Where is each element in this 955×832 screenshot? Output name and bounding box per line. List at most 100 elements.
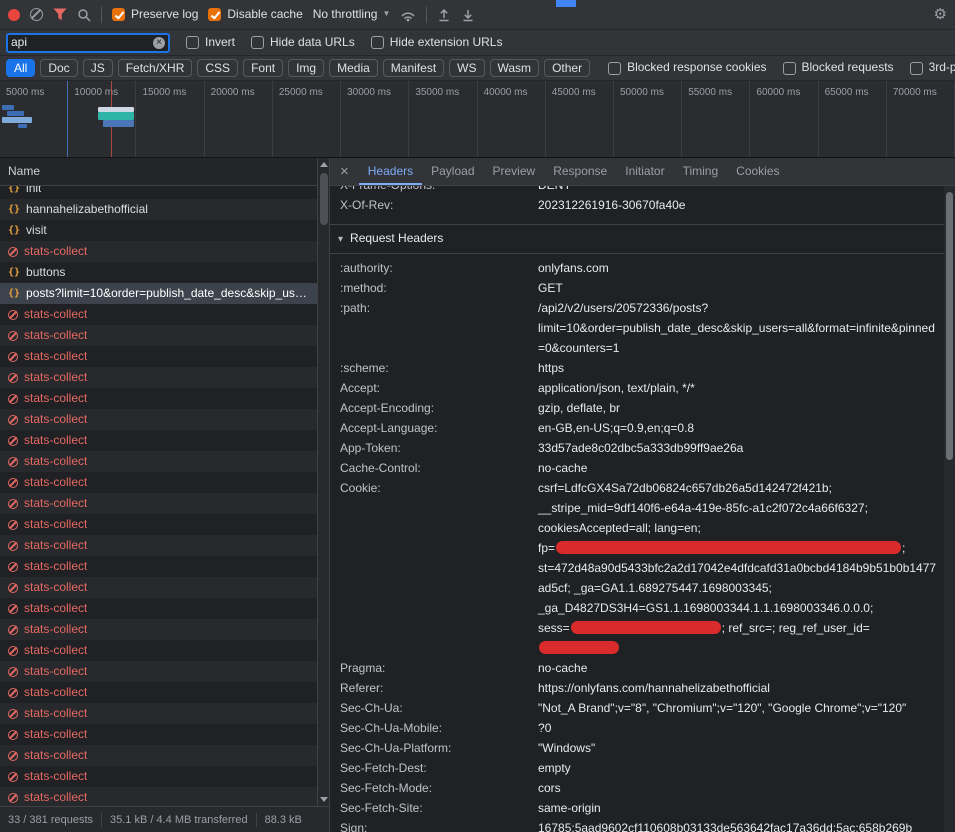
request-row[interactable]: stats-collect [0,577,329,598]
request-name: stats-collect [24,454,87,470]
filter-icon[interactable] [53,8,67,21]
filter-chip-all[interactable]: All [6,59,35,77]
request-row[interactable]: stats-collect [0,451,329,472]
request-row[interactable]: {}visit [0,220,329,241]
disable-cache-checkbox[interactable]: Disable cache [208,7,302,23]
request-name: stats-collect [24,475,87,491]
header-row: :authority:onlyfans.com [330,258,955,278]
toolbar-divider [426,7,427,23]
request-row[interactable]: stats-collect [0,430,329,451]
request-row[interactable]: stats-collect [0,388,329,409]
filter-chip-css[interactable]: CSS [197,59,238,77]
tab-response[interactable]: Response [544,158,616,185]
clear-filter-icon[interactable]: × [153,37,165,49]
invert-checkbox[interactable]: Invert [186,35,235,51]
filter-chip-js[interactable]: JS [83,59,113,77]
waterfall-bars [0,81,955,157]
request-row[interactable]: stats-collect [0,682,329,703]
hide-extension-urls-checkbox[interactable]: Hide extension URLs [371,35,503,51]
request-row[interactable]: stats-collect [0,640,329,661]
record-button[interactable] [8,9,20,21]
request-headers-section-header[interactable]: ▾ Request Headers [330,225,955,254]
filter-chip-other[interactable]: Other [544,59,590,77]
close-details-icon[interactable]: × [330,162,359,182]
request-row[interactable]: stats-collect [0,661,329,682]
request-row[interactable]: stats-collect [0,598,329,619]
request-row[interactable]: stats-collect [0,766,329,787]
settings-gear-icon[interactable]: ⚙ [934,5,947,25]
checkbox-blocked-requests[interactable]: Blocked requests [783,60,894,76]
request-row[interactable]: stats-collect [0,556,329,577]
details-scrollbar-thumb[interactable] [946,192,953,460]
filter-chip-manifest[interactable]: Manifest [383,59,444,77]
request-row[interactable]: stats-collect [0,619,329,640]
filter-chip-wasm[interactable]: Wasm [490,59,540,77]
hide-extension-urls-label: Hide extension URLs [390,35,503,51]
request-row[interactable]: {}buttons [0,262,329,283]
checkbox-blocked-response-cookies[interactable]: Blocked response cookies [608,60,766,76]
details-scrolled-rows: X-Frame-Options:DENYX-Of-Rev:20231226191… [330,186,955,215]
request-row[interactable]: stats-collect [0,241,329,262]
clear-log-button[interactable] [30,8,43,21]
network-overview[interactable]: 5000 ms10000 ms15000 ms20000 ms25000 ms3… [0,81,955,158]
request-name: stats-collect [24,622,87,638]
blocked-request-icon [8,688,18,698]
request-row[interactable]: stats-collect [0,724,329,745]
filter-chip-media[interactable]: Media [329,59,378,77]
request-row[interactable]: stats-collect [0,346,329,367]
header-value: no-cache [538,458,937,478]
name-column-header[interactable]: Name [0,158,329,186]
tab-headers[interactable]: Headers [359,158,422,185]
filter-chip-ws[interactable]: WS [449,59,484,77]
header-name: Sec-Ch-Ua: [340,698,538,718]
request-row[interactable]: stats-collect [0,787,329,806]
request-row[interactable]: stats-collect [0,304,329,325]
header-row: Referer:https://onlyfans.com/hannaheliza… [330,678,955,698]
scrollbar-up-arrow-icon[interactable] [320,162,328,167]
scrollbar-down-arrow-icon[interactable] [320,797,328,802]
export-har-icon[interactable] [461,8,475,22]
header-name: Sec-Fetch-Dest: [340,758,538,778]
network-conditions-icon[interactable] [400,8,416,22]
hide-data-urls-checkbox[interactable]: Hide data URLs [251,35,355,51]
tab-timing[interactable]: Timing [674,158,728,185]
request-row[interactable]: {}posts?limit=10&order=publish_date_desc… [0,283,329,304]
header-row: Sec-Ch-Ua-Platform:"Windows" [330,738,955,758]
tab-initiator[interactable]: Initiator [616,158,673,185]
header-name: App-Token: [340,438,538,458]
request-row[interactable]: stats-collect [0,409,329,430]
json-request-icon: {} [8,186,20,194]
request-row[interactable]: stats-collect [0,472,329,493]
scrollbar-thumb[interactable] [320,173,328,225]
tab-cookies[interactable]: Cookies [727,158,788,185]
checkbox-3rd-party-requests[interactable]: 3rd-party requests [910,60,955,76]
request-row[interactable]: stats-collect [0,325,329,346]
blocked-request-icon [8,247,18,257]
blocked-request-icon [8,583,18,593]
header-row: App-Token:33d57ade8c02dbc5a333db99ff9ae2… [330,438,955,458]
import-har-icon[interactable] [437,8,451,22]
filter-input[interactable] [11,35,149,51]
filter-chip-doc[interactable]: Doc [40,59,77,77]
request-row[interactable]: stats-collect [0,745,329,766]
devtools-network-panel: Preserve log Disable cache No throttling… [0,0,955,832]
request-row[interactable]: stats-collect [0,703,329,724]
throttling-dropdown[interactable]: No throttling ▼ [313,7,391,23]
filter-chip-font[interactable]: Font [243,59,283,77]
redaction-marker [556,541,901,554]
filter-chip-list: All Doc JS Fetch/XHRCSS Font Img Media Manifest… [6,59,590,77]
tab-payload[interactable]: Payload [422,158,483,185]
tab-preview[interactable]: Preview [484,158,545,185]
filter-chip-img[interactable]: Img [288,59,324,77]
search-icon[interactable] [77,8,91,22]
request-row[interactable]: stats-collect [0,493,329,514]
request-row[interactable]: stats-collect [0,367,329,388]
checkbox-label: 3rd-party requests [929,60,955,76]
blocked-request-icon [8,310,18,320]
request-row[interactable]: stats-collect [0,514,329,535]
request-row[interactable]: {}init [0,186,329,199]
request-row[interactable]: {}hannahelizabethofficial [0,199,329,220]
preserve-log-checkbox[interactable]: Preserve log [112,7,198,23]
filter-chip-fetch-xhr[interactable]: Fetch/XHR [118,59,193,77]
request-row[interactable]: stats-collect [0,535,329,556]
